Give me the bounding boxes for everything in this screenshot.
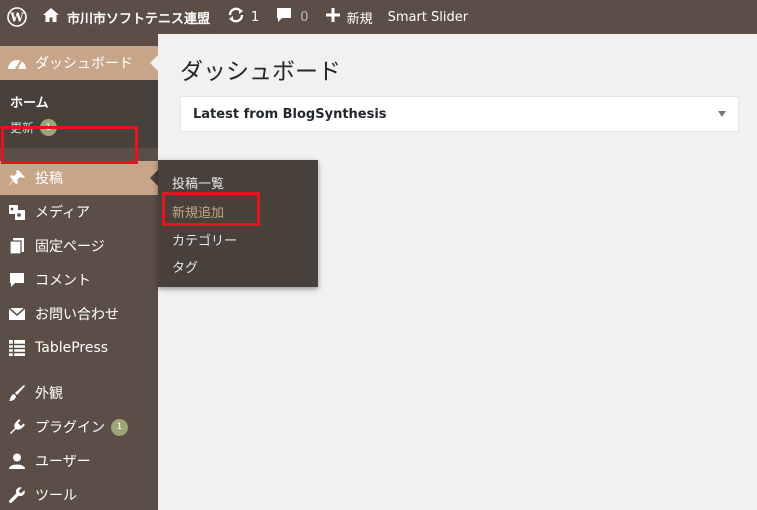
- menu-appearance[interactable]: 外観: [0, 376, 158, 410]
- pages-label: 固定ページ: [35, 239, 105, 255]
- smart-slider-link[interactable]: Smart Slider: [373, 0, 469, 34]
- admin-sidebar: ダッシュボード ホーム 更新 1 投稿 メディア 固定ページ コメント お問い合…: [0, 34, 158, 510]
- blogsynthesis-widget: Latest from BlogSynthesis: [180, 96, 739, 132]
- smart-slider-label: Smart Slider: [387, 9, 469, 25]
- menu-tools[interactable]: ツール: [0, 478, 158, 510]
- media-icon: [6, 202, 28, 222]
- posts-label: 投稿: [35, 171, 63, 187]
- home-icon: [42, 7, 60, 27]
- plus-icon: [325, 8, 340, 26]
- dashboard-gauge-icon: [6, 53, 28, 73]
- posts-highlight-box: [1, 126, 138, 164]
- updates-link[interactable]: 1: [210, 0, 259, 34]
- widget-title: Latest from BlogSynthesis: [193, 106, 387, 122]
- plugins-label: プラグイン: [35, 420, 105, 436]
- admin-bar: W 市川市ソフトテニス連盟 1 0 新規 Smart Slider: [0, 0, 757, 34]
- refresh-icon: [227, 6, 245, 28]
- menu-dashboard[interactable]: ダッシュボード: [0, 46, 158, 80]
- comment-icon: [276, 7, 292, 27]
- new-content-link[interactable]: 新規: [309, 0, 373, 34]
- comments-link[interactable]: 0: [259, 0, 309, 34]
- menu-pages[interactable]: 固定ページ: [0, 229, 158, 263]
- updates-count: 1: [251, 9, 260, 25]
- comments-count: 0: [300, 9, 309, 25]
- tablepress-label: TablePress: [35, 340, 109, 356]
- appearance-label: 外観: [35, 386, 63, 402]
- site-name-link[interactable]: 市川市ソフトテニス連盟: [34, 0, 210, 34]
- table-icon: [6, 338, 28, 358]
- comments-label: コメント: [35, 273, 91, 289]
- tools-label: ツール: [35, 488, 77, 504]
- menu-users[interactable]: ユーザー: [0, 444, 158, 478]
- site-name: 市川市ソフトテニス連盟: [67, 11, 211, 27]
- comment-icon: [6, 270, 28, 290]
- plugins-badge: 1: [111, 418, 128, 436]
- menu-contact[interactable]: お問い合わせ: [0, 297, 158, 331]
- svg-text:W: W: [9, 11, 24, 25]
- brush-icon: [6, 383, 28, 403]
- collapse-toggle-icon[interactable]: [718, 111, 726, 117]
- flyout-all-posts[interactable]: 投稿一覧: [172, 173, 224, 192]
- users-label: ユーザー: [35, 454, 91, 470]
- plugin-icon: [6, 417, 28, 437]
- add-new-highlight-box: [162, 192, 260, 226]
- flyout-categories[interactable]: カテゴリー: [172, 230, 237, 249]
- flyout-tags[interactable]: タグ: [172, 257, 198, 276]
- wrench-icon: [6, 485, 28, 505]
- menu-tablepress[interactable]: TablePress: [0, 331, 158, 365]
- wordpress-logo-icon[interactable]: W: [0, 0, 34, 34]
- page-title: ダッシュボード: [180, 59, 341, 85]
- dashboard-label: ダッシュボード: [35, 56, 133, 72]
- new-label: 新規: [346, 11, 373, 27]
- menu-comments[interactable]: コメント: [0, 263, 158, 297]
- pin-icon: [6, 168, 28, 188]
- menu-posts[interactable]: 投稿: [0, 161, 158, 195]
- menu-plugins[interactable]: プラグイン 1: [0, 410, 158, 444]
- contact-label: お問い合わせ: [35, 307, 119, 323]
- pages-icon: [6, 236, 28, 256]
- media-label: メディア: [35, 205, 91, 221]
- submenu-home[interactable]: ホーム: [10, 92, 49, 111]
- user-icon: [6, 451, 28, 471]
- mail-icon: [6, 304, 28, 324]
- menu-media[interactable]: メディア: [0, 195, 158, 229]
